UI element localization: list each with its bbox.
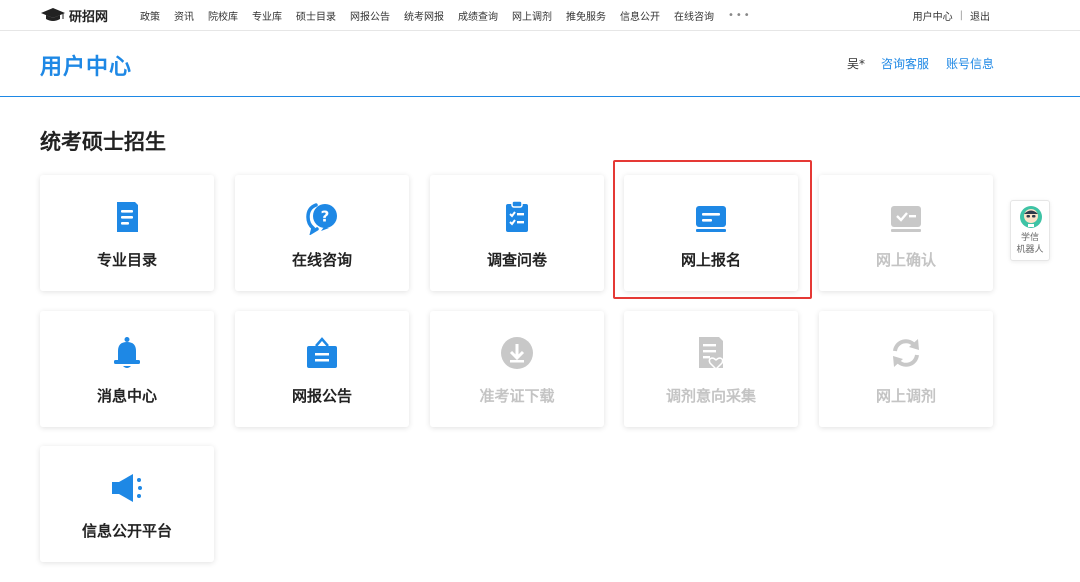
card-label: 网上调剂 xyxy=(875,387,936,405)
main-nav: 政策 资讯 院校库 专业库 硕士目录 网报公告 统考网报 成绩查询 网上调剂 推… xyxy=(140,0,752,31)
refresh-icon xyxy=(886,335,926,371)
customer-service-link[interactable]: 咨询客服 xyxy=(881,55,929,72)
card-admission-ticket: 准考证下载 xyxy=(430,311,604,427)
megaphone-icon xyxy=(107,470,147,506)
svg-text:?: ? xyxy=(321,208,330,226)
download-icon xyxy=(497,335,537,371)
robot-assistant-button[interactable]: 学信 机器人 xyxy=(1010,200,1050,261)
page-title: 用户中心 xyxy=(40,55,133,80)
card-adjust-intent: 调剂意向采集 xyxy=(624,311,798,427)
card-label: 信息公开平台 xyxy=(81,522,172,540)
card-survey[interactable]: 调查问卷 xyxy=(430,175,604,291)
card-consult[interactable]: ? 在线咨询 xyxy=(235,175,409,291)
header-user-area: 吴* 咨询客服 账号信息 xyxy=(847,55,994,72)
card-label: 调剂意向采集 xyxy=(665,387,756,405)
page-header: 用户中心 吴* 咨询客服 账号信息 xyxy=(0,31,1080,97)
nav-item-consult[interactable]: 在线咨询 xyxy=(674,8,714,23)
online-confirm-icon xyxy=(886,199,926,235)
top-nav-bar: 研招网 政策 资讯 院校库 专业库 硕士目录 网报公告 统考网报 成绩查询 网上… xyxy=(0,0,1080,31)
nav-item-adjust[interactable]: 网上调剂 xyxy=(512,8,552,23)
card-catalog[interactable]: 专业目录 xyxy=(40,175,214,291)
card-label: 在线咨询 xyxy=(291,251,352,269)
robot-label-line1: 学信 xyxy=(1020,233,1039,243)
user-center-link[interactable]: 用户中心 xyxy=(913,8,953,23)
logout-link[interactable]: 退出 xyxy=(970,8,990,23)
card-messages[interactable]: 消息中心 xyxy=(40,311,214,427)
section-title: 统考硕士招生 xyxy=(40,130,166,154)
user-name: 吴* xyxy=(846,57,865,71)
nav-user-links: 用户中心 | 退出 xyxy=(913,0,990,31)
consult-icon: ? xyxy=(302,199,342,235)
bell-icon xyxy=(107,335,147,371)
nav-item-schools[interactable]: 院校库 xyxy=(208,8,238,23)
nav-item-exam-apply[interactable]: 统考网报 xyxy=(404,8,444,23)
card-label: 准考证下载 xyxy=(479,387,555,405)
site-logo[interactable]: 研招网 xyxy=(40,5,108,25)
nav-separator: | xyxy=(959,10,963,21)
logo-text: 研招网 xyxy=(69,9,109,25)
nav-item-announcement[interactable]: 网报公告 xyxy=(350,8,390,23)
card-label: 消息中心 xyxy=(96,387,157,405)
nav-item-recommend[interactable]: 推免服务 xyxy=(566,8,606,23)
robot-avatar-icon xyxy=(1020,206,1042,228)
account-info-link[interactable]: 账号信息 xyxy=(946,55,994,72)
card-online-confirm: 网上确认 xyxy=(819,175,993,291)
catalog-icon xyxy=(107,199,147,235)
nav-item-policy[interactable]: 政策 xyxy=(140,8,160,23)
adjust-intent-icon xyxy=(691,335,731,371)
card-label: 网报公告 xyxy=(291,387,352,405)
card-announcement[interactable]: 网报公告 xyxy=(235,311,409,427)
nav-item-catalog[interactable]: 硕士目录 xyxy=(296,8,336,23)
card-online-adjust: 网上调剂 xyxy=(819,311,993,427)
card-label: 调查问卷 xyxy=(486,251,547,269)
nav-item-majors[interactable]: 专业库 xyxy=(252,8,282,23)
robot-label-line2: 机器人 xyxy=(1016,245,1044,255)
nav-item-score[interactable]: 成绩查询 xyxy=(458,8,498,23)
card-info-public[interactable]: 信息公开平台 xyxy=(40,446,214,562)
nav-more-button[interactable]: ••• xyxy=(728,10,752,21)
graduation-cap-icon xyxy=(41,8,65,21)
robot-label: 学信 机器人 xyxy=(1011,232,1049,256)
nav-item-news[interactable]: 资讯 xyxy=(174,8,194,23)
card-label: 网上确认 xyxy=(875,251,936,269)
highlight-frame xyxy=(613,160,812,299)
announcement-icon xyxy=(302,335,342,371)
card-label: 专业目录 xyxy=(96,251,157,269)
nav-item-info-public[interactable]: 信息公开 xyxy=(620,8,660,23)
survey-icon xyxy=(497,199,537,235)
